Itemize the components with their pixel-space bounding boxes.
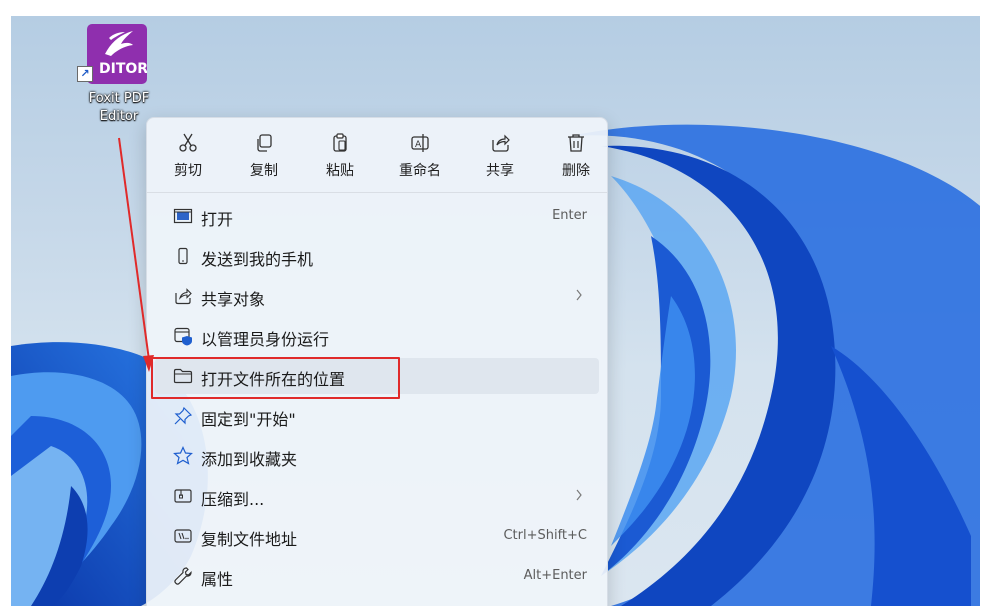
paste-label: 粘贴 (326, 163, 354, 179)
menu-item-pin-to-start[interactable]: 固定到"开始" (155, 398, 599, 434)
menu-item-label: 添加到收藏夹 (201, 450, 298, 469)
shortcut-arrow-icon: ↗ (77, 66, 93, 82)
cut-icon (179, 133, 197, 152)
menu-item-send-to-phone[interactable]: 发送到我的手机 (155, 238, 599, 274)
chevron-right-icon (576, 489, 582, 501)
menu-item-run-as-admin[interactable]: 以管理员身份运行 (155, 318, 599, 354)
rename-button[interactable]: A 重命名 (385, 128, 455, 186)
phone-icon (178, 247, 188, 265)
menu-item-label: 以管理员身份运行 (201, 330, 330, 349)
menu-item-copy-as-path[interactable]: 复制文件地址 Ctrl+Shift+C (155, 518, 599, 554)
delete-icon (568, 134, 584, 152)
menu-item-compress-to[interactable]: 压缩到... (155, 478, 599, 514)
cut-label: 剪切 (174, 163, 202, 179)
copy-label: 复制 (250, 163, 278, 179)
delete-button[interactable]: 删除 (541, 128, 611, 186)
share-icon (175, 288, 192, 305)
share-icon (492, 134, 510, 152)
menu-item-properties[interactable]: 属性 Alt+Enter (155, 558, 599, 594)
menu-item-label: 共享对象 (201, 290, 266, 309)
desktop: DITOR ↗ Foxit PDF Editor 剪切 复制 粘贴 A 重命名 … (11, 16, 980, 606)
chevron-right-icon (576, 289, 582, 301)
open-icon (173, 208, 193, 224)
menu-item-share-with[interactable]: 共享对象 (155, 278, 599, 314)
copy-button[interactable]: 复制 (229, 128, 299, 186)
paste-icon (333, 133, 347, 152)
copy-path-icon (174, 529, 192, 543)
share-label: 共享 (486, 163, 514, 179)
delete-label: 删除 (562, 163, 590, 179)
desktop-icon-label-line1: Foxit PDF (88, 91, 150, 106)
rename-icon: A (411, 134, 429, 152)
paste-button[interactable]: 粘贴 (305, 128, 375, 186)
bird-logo-icon (105, 31, 133, 56)
pin-icon (174, 406, 193, 425)
menu-item-label: 发送到我的手机 (201, 250, 314, 269)
cut-button[interactable]: 剪切 (153, 128, 223, 186)
zip-icon (174, 489, 192, 503)
menu-item-label: 属性 (201, 570, 234, 589)
menu-item-label: 固定到"开始" (201, 410, 296, 429)
foxit-logo: DITOR (87, 24, 147, 84)
context-menu-toolbar: 剪切 复制 粘贴 A 重命名 共享 删除 (147, 118, 607, 193)
shield-icon (174, 327, 192, 346)
svg-text:A: A (415, 140, 422, 150)
annotation-highlight-box (151, 357, 400, 399)
star-icon (173, 446, 193, 465)
wrench-icon (174, 567, 192, 585)
rename-label: 重命名 (399, 163, 441, 179)
menu-item-label: 压缩到... (201, 490, 265, 509)
menu-item-label: 打开 (201, 210, 234, 229)
share-button[interactable]: 共享 (465, 128, 535, 186)
copy-icon (257, 134, 272, 152)
logo-wordmark: DITOR (99, 61, 147, 77)
menu-item-shortcut: Alt+Enter (523, 568, 587, 583)
menu-item-shortcut: Enter (552, 208, 587, 223)
menu-item-shortcut: Ctrl+Shift+C (503, 528, 587, 543)
menu-item-add-to-favorites[interactable]: 添加到收藏夹 (155, 438, 599, 474)
menu-item-label: 复制文件地址 (201, 530, 298, 549)
menu-item-open[interactable]: 打开 Enter (155, 198, 599, 234)
